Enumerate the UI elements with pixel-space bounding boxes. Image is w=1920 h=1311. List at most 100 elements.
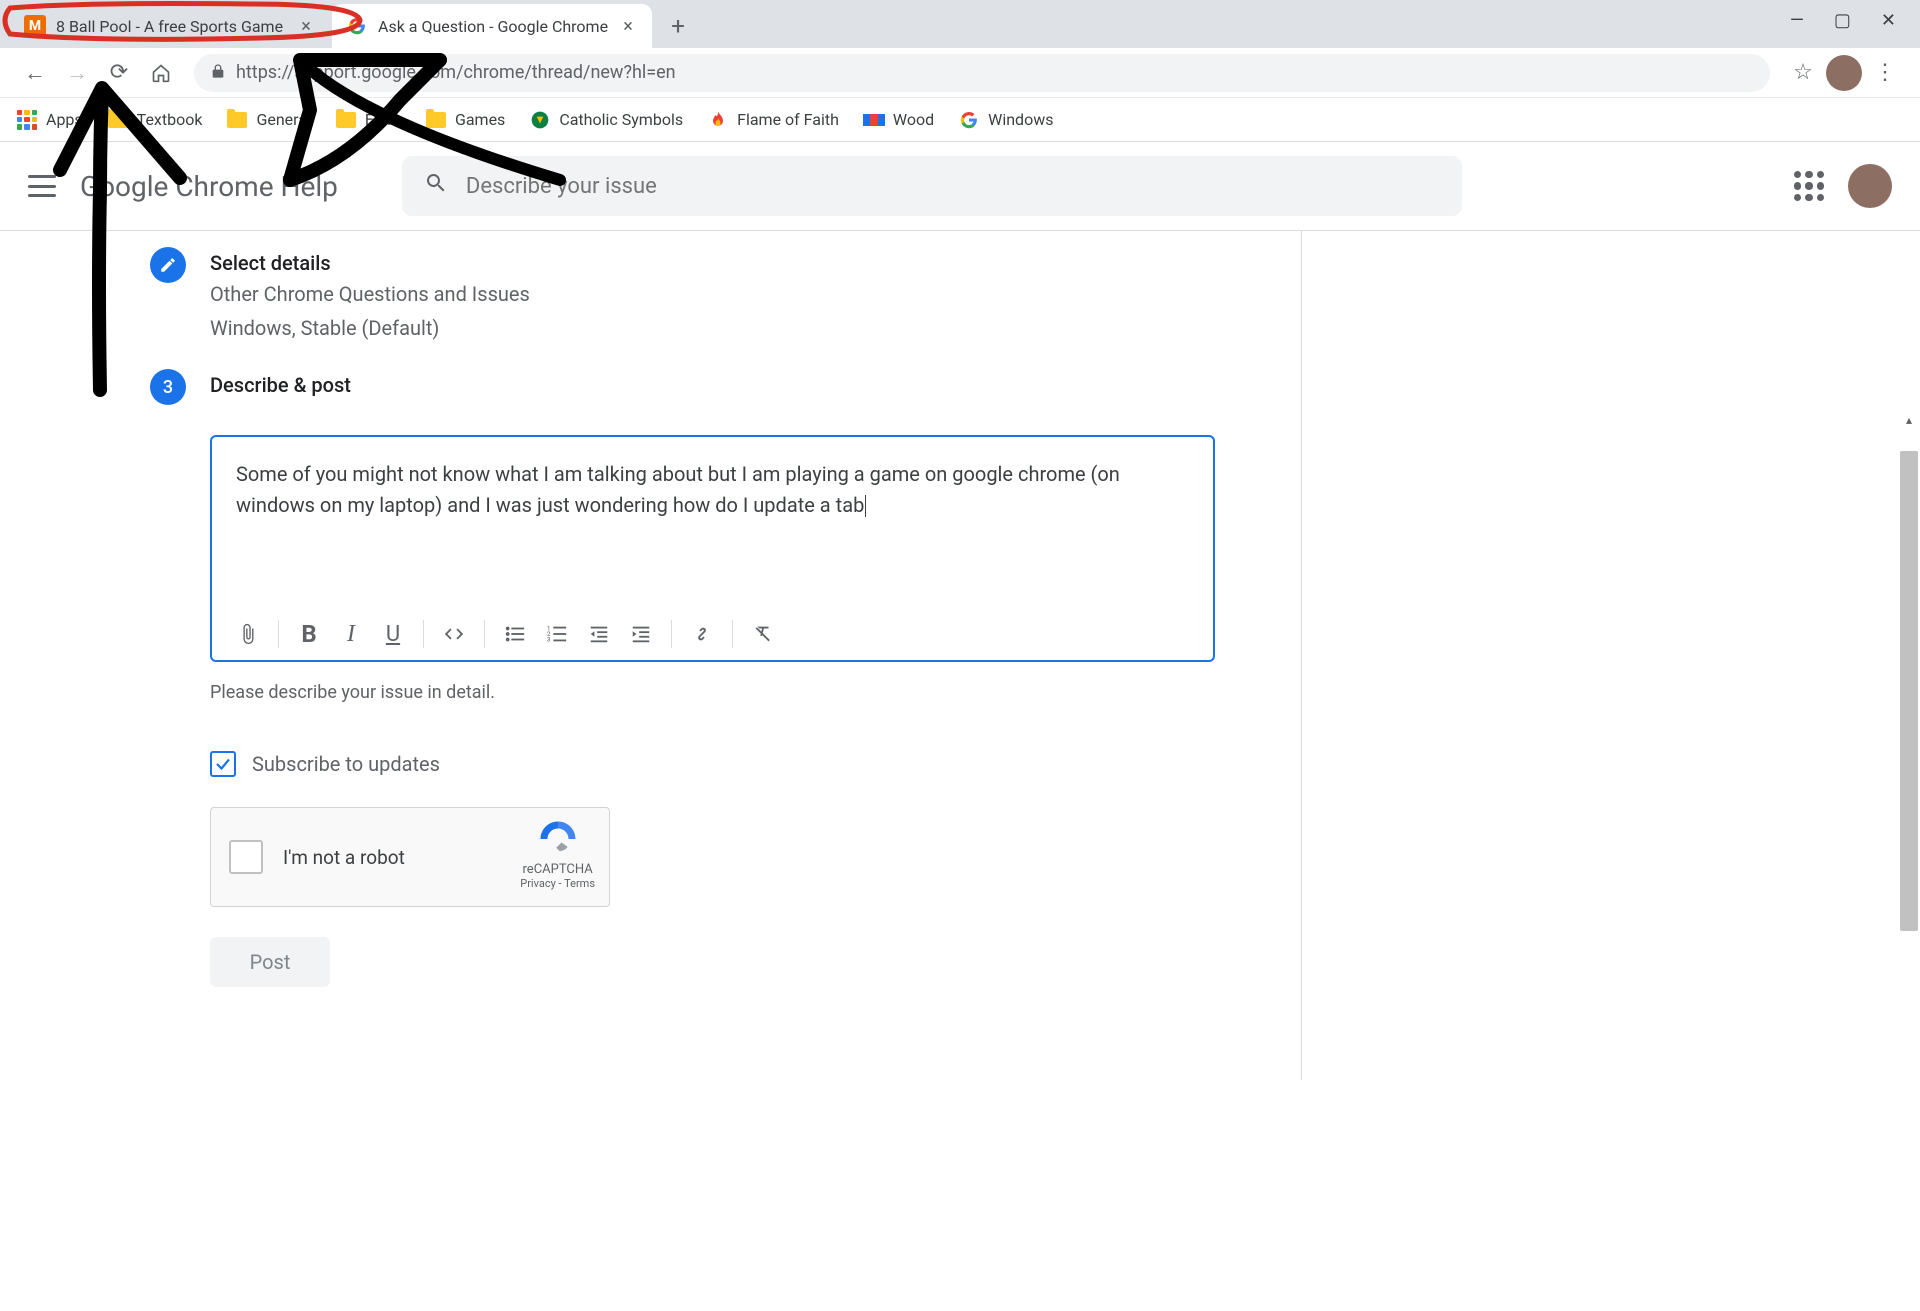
bookmarks-bar: Apps Textbook General Extra Games Cathol… [0, 98, 1920, 142]
bookmark-catholic-symbols[interactable]: Catholic Symbols [529, 109, 683, 131]
profile-avatar-button[interactable] [1826, 55, 1862, 91]
close-icon[interactable]: × [296, 16, 316, 36]
tab-title: Ask a Question - Google Chrome [378, 17, 618, 36]
bookmark-label: Windows [988, 110, 1053, 129]
forward-button[interactable]: → [58, 54, 96, 92]
bookmark-general[interactable]: General [226, 109, 310, 131]
close-window-icon[interactable]: ✕ [1881, 10, 1896, 31]
browser-tab-0[interactable]: M 8 Ball Pool - A free Sports Game × [10, 4, 330, 48]
bullet-list-button[interactable] [497, 616, 533, 652]
step-number-badge: 3 [150, 369, 186, 405]
content-sidebar [1302, 231, 1920, 1080]
google-apps-button[interactable] [1794, 171, 1824, 201]
step-title: Describe & post [210, 373, 351, 397]
bookmark-windows[interactable]: Windows [958, 109, 1053, 131]
subscribe-checkbox[interactable] [210, 751, 236, 777]
menu-hamburger-button[interactable] [28, 175, 56, 197]
browser-tab-1[interactable]: Ask a Question - Google Chrome × [332, 4, 652, 48]
step-select-details[interactable]: Select details Other Chrome Questions an… [150, 247, 1301, 343]
issue-editor[interactable]: Some of you might not know what I am tal… [210, 435, 1215, 662]
search-box[interactable] [402, 156, 1462, 216]
browser-menu-button[interactable]: ⋮ [1866, 54, 1904, 92]
bookmark-label: Flame of Faith [737, 110, 839, 129]
recaptcha-widget: I'm not a robot reCAPTCHA Privacy - Term… [210, 807, 610, 907]
scrollbar[interactable]: ▴ [1900, 411, 1918, 1311]
bold-button[interactable]: B [291, 616, 327, 652]
step-subtitle-line1: Other Chrome Questions and Issues [210, 279, 530, 309]
reload-button[interactable]: ⟳ [100, 54, 138, 92]
new-tab-button[interactable]: + [660, 8, 696, 44]
svg-text:3: 3 [547, 635, 551, 643]
content-wrap: Select details Other Chrome Questions an… [0, 231, 1920, 1080]
step-subtitle-line2: Windows, Stable (Default) [210, 313, 530, 343]
scrollbar-thumb[interactable] [1900, 451, 1918, 931]
editor-toolbar: B I U 123 [212, 607, 1213, 660]
subscribe-label: Subscribe to updates [252, 752, 440, 776]
back-button[interactable]: ← [16, 54, 54, 92]
toolbar-separator [732, 620, 733, 648]
search-input[interactable] [466, 174, 1440, 199]
recaptcha-links[interactable]: Privacy - Terms [520, 877, 595, 890]
minimize-icon[interactable]: — [1790, 10, 1804, 31]
bookmark-extra[interactable]: Extra [335, 109, 401, 131]
bookmark-apps[interactable]: Apps [16, 109, 83, 131]
attach-button[interactable] [230, 616, 266, 652]
folder-icon [226, 109, 248, 131]
account-avatar-button[interactable] [1848, 164, 1892, 208]
post-button[interactable]: Post [210, 937, 330, 987]
address-bar-row: ← → ⟳ https://support.google.com/chrome/… [0, 48, 1920, 98]
google-g-icon [958, 109, 980, 131]
indent-button[interactable] [623, 616, 659, 652]
address-bar[interactable]: https://support.google.com/chrome/thread… [194, 54, 1770, 92]
bookmark-textbook[interactable]: Textbook [107, 109, 203, 131]
clear-format-button[interactable] [745, 616, 781, 652]
italic-button[interactable]: I [333, 616, 369, 652]
tab-favicon-icon [346, 15, 368, 37]
code-button[interactable] [436, 616, 472, 652]
recaptcha-brand-name: reCAPTCHA [520, 862, 595, 877]
bookmark-label: Textbook [137, 110, 203, 129]
underline-button[interactable]: U [375, 616, 411, 652]
recaptcha-label: I'm not a robot [283, 846, 405, 869]
editor-hint: Please describe your issue in detail. [210, 682, 1301, 703]
folder-icon [335, 109, 357, 131]
home-button[interactable] [142, 54, 180, 92]
outdent-button[interactable] [581, 616, 617, 652]
close-icon[interactable]: × [618, 16, 638, 36]
scroll-up-icon[interactable]: ▴ [1900, 411, 1918, 429]
content-main: Select details Other Chrome Questions an… [0, 231, 1302, 1080]
bookmark-label: Wood [893, 110, 934, 129]
toolbar-separator [671, 620, 672, 648]
url-text: https://support.google.com/chrome/thread… [236, 62, 676, 83]
bookmark-star-button[interactable]: ☆ [1784, 54, 1822, 92]
toolbar-separator [484, 620, 485, 648]
recaptcha-brand: reCAPTCHA Privacy - Terms [520, 818, 595, 890]
help-header: Google Chrome Help [0, 142, 1920, 230]
window-controls: — ▢ ✕ [1766, 0, 1920, 41]
bookmark-flame-of-faith[interactable]: Flame of Faith [707, 109, 839, 131]
flame-icon [707, 109, 729, 131]
numbered-list-button[interactable]: 123 [539, 616, 575, 652]
edit-icon [150, 247, 186, 283]
bookmark-label: Apps [46, 110, 83, 129]
step-describe-post: 3 Describe & post [150, 369, 1301, 405]
recaptcha-checkbox[interactable] [229, 840, 263, 874]
bookmark-games[interactable]: Games [425, 109, 505, 131]
toolbar-separator [423, 620, 424, 648]
maximize-icon[interactable]: ▢ [1834, 10, 1851, 31]
step-title: Select details [210, 251, 530, 275]
globe-icon [529, 109, 551, 131]
wood-icon [863, 109, 885, 131]
bookmark-wood[interactable]: Wood [863, 109, 934, 131]
lock-icon [210, 63, 226, 83]
recaptcha-logo-icon [537, 818, 579, 860]
bookmark-label: Extra [365, 110, 401, 129]
bookmark-label: Games [455, 110, 505, 129]
editor-textarea[interactable]: Some of you might not know what I am tal… [212, 437, 1213, 607]
search-icon [424, 171, 448, 201]
apps-grid-icon [16, 109, 38, 131]
text-cursor-icon [865, 495, 866, 517]
toolbar-separator [278, 620, 279, 648]
folder-icon [107, 109, 129, 131]
link-button[interactable] [684, 616, 720, 652]
